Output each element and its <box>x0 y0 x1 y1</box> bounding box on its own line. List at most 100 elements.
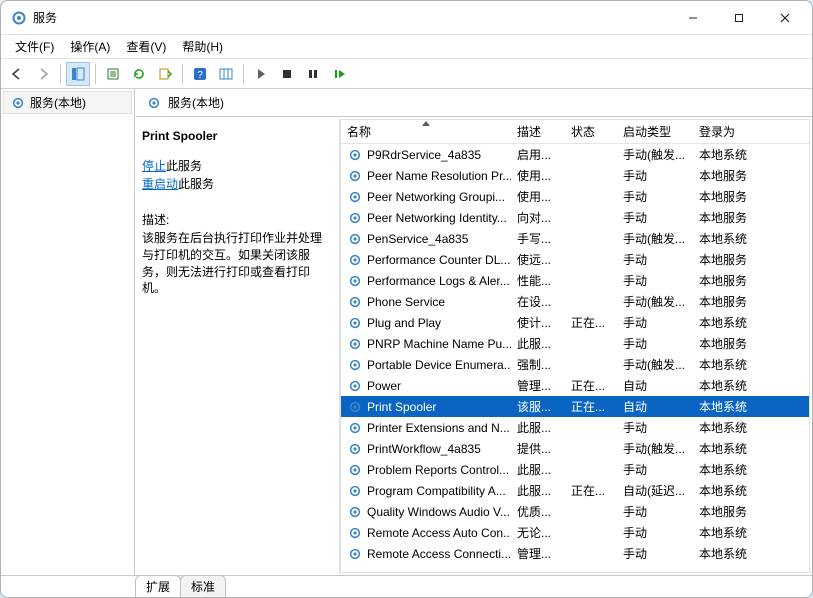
maximize-button[interactable] <box>716 4 762 32</box>
sort-asc-icon <box>422 121 430 126</box>
service-startup: 手动 <box>617 272 693 289</box>
refresh-button[interactable] <box>127 62 151 86</box>
service-desc: 优质... <box>511 503 565 520</box>
service-status: 正在... <box>565 482 617 499</box>
service-desc: 此服... <box>511 482 565 499</box>
minimize-button[interactable] <box>670 4 716 32</box>
service-name: Program Compatibility A... <box>367 484 506 498</box>
service-status: 正在... <box>565 398 617 415</box>
service-row[interactable]: Portable Device Enumera...强制...手动(触发...本… <box>341 354 809 375</box>
service-row[interactable]: Peer Networking Groupi...使用...手动本地服务 <box>341 186 809 207</box>
service-logon: 本地服务 <box>693 251 765 268</box>
service-logon: 本地系统 <box>693 482 765 499</box>
restart-service-link[interactable]: 重启动 <box>142 177 178 191</box>
nav-forward-button[interactable] <box>31 62 55 86</box>
stop-service-link[interactable]: 停止 <box>142 159 166 173</box>
service-name: Phone Service <box>367 295 445 309</box>
col-name[interactable]: 名称 <box>341 120 511 143</box>
service-row[interactable]: Peer Networking Identity...向对...手动本地服务 <box>341 207 809 228</box>
service-row[interactable]: PNRP Machine Name Pu...此服...手动本地服务 <box>341 333 809 354</box>
service-row[interactable]: Power管理...正在...自动本地系统 <box>341 375 809 396</box>
service-startup: 手动 <box>617 524 693 541</box>
export-list-button[interactable] <box>153 62 177 86</box>
service-row[interactable]: Performance Counter DL...使远...手动本地服务 <box>341 249 809 270</box>
service-logon: 本地系统 <box>693 461 765 478</box>
description-text: 该服务在后台执行打印作业并处理与打印机的交互。如果关闭该服务，则无法进行打印或查… <box>142 230 329 297</box>
service-row[interactable]: Printer Extensions and N...此服...手动本地系统 <box>341 417 809 438</box>
service-name: Plug and Play <box>367 316 441 330</box>
menu-file[interactable]: 文件(F) <box>9 36 64 57</box>
service-startup: 自动 <box>617 377 693 394</box>
col-startup[interactable]: 启动类型 <box>617 120 693 143</box>
service-name: PenService_4a835 <box>367 232 468 246</box>
gear-icon <box>347 441 363 457</box>
gear-icon <box>347 546 363 562</box>
service-row[interactable]: P9RdrService_4a835启用...手动(触发...本地系统 <box>341 144 809 165</box>
properties-button[interactable] <box>101 62 125 86</box>
tab-extended[interactable]: 扩展 <box>135 575 181 597</box>
rows-viewport[interactable]: P9RdrService_4a835启用...手动(触发...本地系统Peer … <box>341 144 809 572</box>
restart-suffix: 此服务 <box>178 177 214 191</box>
gear-icon <box>146 95 162 111</box>
close-button[interactable] <box>762 4 808 32</box>
service-row[interactable]: Phone Service在设...手动(触发...本地服务 <box>341 291 809 312</box>
service-name: Portable Device Enumera... <box>367 358 511 372</box>
service-name: Performance Counter DL... <box>367 253 510 267</box>
service-startup: 手动 <box>617 461 693 478</box>
gear-icon <box>347 189 363 205</box>
service-startup: 手动(触发... <box>617 230 693 247</box>
tree-root-services-local[interactable]: 服务(本地) <box>3 91 132 114</box>
service-row[interactable]: Print Spooler该服...正在...自动本地系统 <box>341 396 809 417</box>
right-pane-header: 服务(本地) <box>136 89 812 117</box>
service-startup: 手动 <box>617 314 693 331</box>
svg-text:?: ? <box>197 70 203 81</box>
toolbar-sep <box>60 64 61 84</box>
service-row[interactable]: Performance Logs & Aler...性能...手动本地服务 <box>341 270 809 291</box>
tree-root-label: 服务(本地) <box>30 94 86 111</box>
service-logon: 本地系统 <box>693 356 765 373</box>
service-startup: 手动 <box>617 503 693 520</box>
help-button[interactable]: ? <box>188 62 212 86</box>
toolbar-sep <box>95 64 96 84</box>
service-desc: 管理... <box>511 377 565 394</box>
service-row[interactable]: Plug and Play使计...正在...手动本地系统 <box>341 312 809 333</box>
col-desc[interactable]: 描述 <box>511 120 565 143</box>
nav-back-button[interactable] <box>5 62 29 86</box>
service-name: PNRP Machine Name Pu... <box>367 337 511 351</box>
service-row[interactable]: PrintWorkflow_4a835提供...手动(触发...本地系统 <box>341 438 809 459</box>
service-name: Quality Windows Audio V... <box>367 505 510 519</box>
menu-help[interactable]: 帮助(H) <box>176 36 233 57</box>
stop-service-button[interactable] <box>275 62 299 86</box>
service-logon: 本地服务 <box>693 209 765 226</box>
col-status[interactable]: 状态 <box>565 120 617 143</box>
service-row[interactable]: Peer Name Resolution Pr...使用...手动本地服务 <box>341 165 809 186</box>
service-row[interactable]: Remote Access Connecti...管理...手动本地系统 <box>341 543 809 564</box>
pause-service-button[interactable] <box>301 62 325 86</box>
service-row[interactable]: Problem Reports Control...此服...手动本地系统 <box>341 459 809 480</box>
service-desc: 手写... <box>511 230 565 247</box>
service-row[interactable]: PenService_4a835手写...手动(触发...本地系统 <box>341 228 809 249</box>
service-logon: 本地服务 <box>693 188 765 205</box>
gear-icon <box>347 420 363 436</box>
start-service-button[interactable] <box>249 62 273 86</box>
show-tree-button[interactable] <box>66 62 90 86</box>
col-logon[interactable]: 登录为 <box>693 120 765 143</box>
gear-icon <box>347 483 363 499</box>
col-logon-label: 登录为 <box>699 123 735 140</box>
gear-icon <box>10 95 26 111</box>
menu-action[interactable]: 操作(A) <box>64 36 120 57</box>
restart-service-button[interactable] <box>327 62 351 86</box>
service-logon: 本地服务 <box>693 293 765 310</box>
body: 服务(本地) 服务(本地) Print Spooler 停止此服务 <box>1 89 812 575</box>
service-name: Peer Networking Groupi... <box>367 190 505 204</box>
service-row[interactable]: Program Compatibility A...此服...正在...自动(延… <box>341 480 809 501</box>
service-desc: 在设... <box>511 293 565 310</box>
tab-standard[interactable]: 标准 <box>180 575 226 597</box>
menu-view[interactable]: 查看(V) <box>120 36 176 57</box>
manage-columns-button[interactable] <box>214 62 238 86</box>
toolbar-sep <box>182 64 183 84</box>
service-name: Remote Access Auto Con... <box>367 526 511 540</box>
service-logon: 本地系统 <box>693 419 765 436</box>
service-row[interactable]: Quality Windows Audio V...优质...手动本地服务 <box>341 501 809 522</box>
service-row[interactable]: Remote Access Auto Con...无论...手动本地系统 <box>341 522 809 543</box>
